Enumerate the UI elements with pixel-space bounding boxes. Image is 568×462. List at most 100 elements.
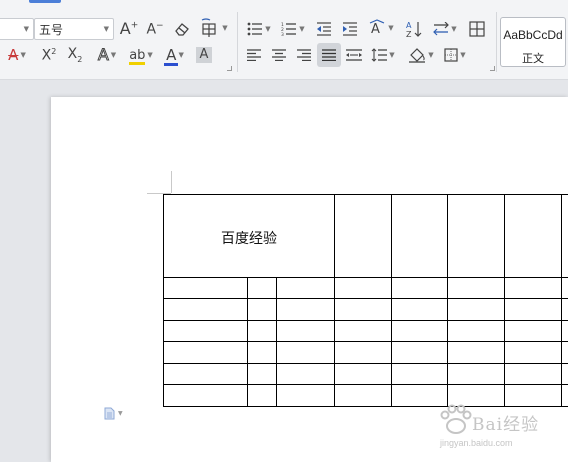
shrink-font-button[interactable]: A− bbox=[145, 18, 165, 40]
chevron-down-icon: ▼ bbox=[103, 25, 109, 33]
sort-button[interactable]: A Z bbox=[404, 18, 424, 40]
phonetic-guide-button[interactable]: ▼ bbox=[199, 16, 229, 40]
font-size-combo[interactable]: 五号 ▼ bbox=[34, 18, 114, 40]
group-separator bbox=[496, 12, 497, 72]
justify-icon bbox=[322, 49, 336, 61]
align-center-icon bbox=[272, 49, 286, 61]
highlighter-icon: ab bbox=[129, 47, 146, 65]
decrease-indent-icon bbox=[317, 22, 331, 36]
text-direction-button[interactable]: A ▼ bbox=[366, 16, 396, 40]
font-size-value: 五号 bbox=[39, 22, 64, 37]
bullet-list-icon bbox=[247, 22, 263, 36]
chevron-down-icon: ▼ bbox=[460, 50, 466, 59]
table-grid-icon bbox=[469, 21, 485, 37]
strikethrough-button[interactable]: A ▼ bbox=[2, 44, 32, 66]
font-color-icon: A bbox=[164, 45, 179, 66]
justify-button[interactable] bbox=[317, 43, 341, 67]
numbered-list-button[interactable]: 1 2 3 ▼ bbox=[278, 18, 308, 40]
chevron-down-icon: ▼ bbox=[118, 410, 123, 417]
distributed-button[interactable] bbox=[344, 44, 364, 66]
chevron-down-icon: ▼ bbox=[388, 23, 394, 32]
superscript-button[interactable]: X2 bbox=[38, 44, 60, 66]
chevron-down-icon: ▼ bbox=[110, 50, 117, 59]
paragraph-dialog-launcher[interactable] bbox=[490, 66, 495, 71]
increase-indent-button[interactable] bbox=[340, 18, 360, 40]
bullet-list-button[interactable]: ▼ bbox=[244, 18, 274, 40]
shading-button[interactable]: ▼ bbox=[406, 44, 436, 66]
text-direction-icon: A bbox=[370, 19, 385, 37]
table-border bbox=[391, 194, 392, 407]
paint-bucket-icon bbox=[409, 48, 426, 63]
text-effect-button[interactable]: A ▼ bbox=[92, 44, 122, 66]
superscript-icon: X2 bbox=[41, 46, 57, 64]
chevron-down-icon: ▼ bbox=[23, 25, 29, 33]
table-border bbox=[163, 320, 568, 321]
clear-format-button[interactable] bbox=[171, 18, 193, 40]
subscript-icon: X2 bbox=[67, 45, 83, 64]
watermark-url: jingyan.baidu.com bbox=[440, 438, 513, 448]
style-name: 正文 bbox=[522, 52, 544, 65]
merged-cell-text[interactable]: 百度经验 bbox=[221, 228, 277, 248]
table-border bbox=[163, 384, 568, 385]
align-right-button[interactable] bbox=[294, 44, 314, 66]
style-normal[interactable]: AaBbCcDd 正文 bbox=[500, 17, 566, 67]
eraser-icon bbox=[175, 23, 189, 36]
svg-text:A: A bbox=[371, 22, 380, 37]
chevron-down-icon: ▼ bbox=[389, 50, 395, 59]
chevron-down-icon: ▼ bbox=[451, 24, 457, 33]
shrink-font-icon: A− bbox=[146, 20, 164, 38]
ribbon: ▼ 五号 ▼ A+ A− ▼ A ▼ X2 X2 A ▼ ab ▼ A ▼ A … bbox=[0, 0, 568, 80]
sort-icon: A Z bbox=[406, 21, 422, 38]
text-effect-icon: A bbox=[97, 45, 109, 64]
document-icon bbox=[104, 407, 115, 420]
grow-font-button[interactable]: A+ bbox=[119, 18, 139, 40]
table-border bbox=[276, 277, 277, 407]
chinese-layout-button[interactable]: ▼ bbox=[430, 18, 460, 40]
align-right-icon bbox=[297, 49, 311, 61]
chevron-down-icon: ▼ bbox=[428, 50, 434, 59]
phonetic-guide-icon bbox=[202, 18, 216, 37]
svg-text:A: A bbox=[406, 21, 412, 30]
chevron-down-icon: ▼ bbox=[222, 23, 228, 32]
paw-logo-icon bbox=[440, 404, 472, 434]
font-dialog-launcher[interactable] bbox=[227, 66, 232, 71]
watermark-text: Bai经验 bbox=[472, 415, 540, 435]
show-hide-marks-button[interactable] bbox=[466, 18, 488, 40]
style-preview: AaBbCcDd bbox=[503, 28, 563, 42]
subscript-button[interactable]: X2 bbox=[64, 44, 86, 66]
font-color-button[interactable]: A ▼ bbox=[160, 44, 190, 66]
increase-indent-icon bbox=[343, 22, 357, 36]
line-spacing-icon bbox=[371, 48, 388, 62]
borders-icon bbox=[444, 48, 458, 62]
paste-options-button[interactable]: ▼ bbox=[104, 407, 123, 420]
table-border bbox=[561, 194, 562, 407]
chevron-down-icon: ▼ bbox=[20, 50, 26, 59]
table-border bbox=[163, 277, 568, 278]
highlight-button[interactable]: ab ▼ bbox=[126, 44, 156, 66]
table-border bbox=[447, 194, 448, 407]
watermark: Bai经验 jingyan.baidu.com bbox=[436, 402, 568, 460]
character-shading-icon: A bbox=[196, 47, 212, 63]
table-border bbox=[163, 194, 164, 407]
decrease-indent-button[interactable] bbox=[314, 18, 334, 40]
font-family-combo[interactable]: ▼ bbox=[0, 18, 34, 40]
character-shading-button[interactable]: A bbox=[194, 44, 214, 66]
active-tab-indicator bbox=[29, 0, 61, 3]
align-left-button[interactable] bbox=[244, 44, 264, 66]
table-border bbox=[163, 298, 568, 299]
table-border bbox=[163, 341, 568, 342]
table-border bbox=[163, 194, 568, 195]
line-spacing-button[interactable]: ▼ bbox=[368, 44, 398, 66]
chevron-down-icon: ▼ bbox=[299, 24, 305, 33]
distributed-icon bbox=[346, 49, 362, 61]
chevron-down-icon: ▼ bbox=[147, 50, 153, 59]
align-center-button[interactable] bbox=[269, 44, 289, 66]
table-border bbox=[247, 277, 248, 407]
table-border bbox=[334, 194, 335, 407]
svg-text:Z: Z bbox=[406, 30, 412, 38]
chevron-down-icon: ▼ bbox=[178, 50, 184, 59]
numbered-list-icon: 1 2 3 bbox=[281, 22, 297, 36]
svg-text:3: 3 bbox=[281, 32, 284, 36]
borders-button[interactable]: ▼ bbox=[440, 44, 470, 66]
strikethrough-icon: A bbox=[8, 45, 19, 64]
